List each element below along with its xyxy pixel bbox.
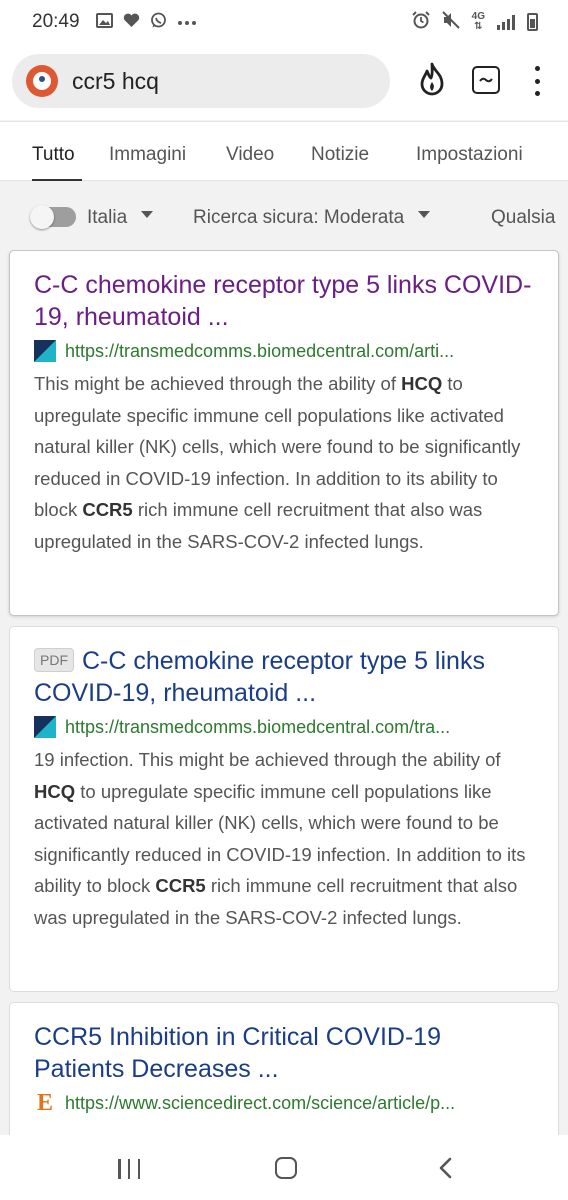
status-bar: 20:49 4G ⇅ — [0, 0, 568, 44]
search-input[interactable]: ccr5 hcq — [12, 54, 390, 108]
active-tab-indicator — [32, 179, 82, 181]
result-snippet: 19 infection. This might be achieved thr… — [34, 749, 526, 928]
safe-search-label: Ricerca sicura: Moderata — [193, 207, 405, 228]
safe-search-dropdown[interactable]: Ricerca sicura: Moderata — [193, 207, 431, 229]
gallery-icon — [95, 12, 113, 32]
system-navigation-bar — [0, 1135, 568, 1200]
overflow-menu-icon[interactable] — [530, 64, 544, 98]
tab-settings[interactable]: Impostazioni — [416, 144, 523, 166]
tab-images[interactable]: Immagini — [109, 144, 186, 166]
result-card[interactable]: PDF C-C chemokine receptor type 5 links C… — [9, 626, 559, 992]
result-url[interactable]: https://transmedcomms.biomedcentral.com/… — [65, 717, 535, 738]
battery-icon — [527, 13, 538, 31]
network-type-label: 4G ⇅ — [471, 11, 485, 32]
tab-all[interactable]: Tutto — [32, 144, 75, 166]
recent-apps-icon[interactable] — [118, 1159, 140, 1179]
search-type-tabs: Tutto Immagini Video Notizie Impostazion… — [0, 121, 568, 181]
result-title-link[interactable]: C-C chemokine receptor type 5 links COVI… — [34, 269, 534, 333]
region-dropdown[interactable]: Italia — [87, 207, 154, 229]
back-icon[interactable] — [438, 1157, 454, 1179]
signal-icon — [497, 14, 515, 30]
elsevier-icon: E — [36, 1090, 53, 1116]
browser-header: ccr5 hcq — [0, 44, 568, 120]
search-query-text[interactable]: ccr5 hcq — [72, 68, 159, 95]
tab-videos[interactable]: Video — [226, 144, 274, 166]
heart-icon — [123, 13, 140, 32]
filter-bar: Italia Ricerca sicura: Moderata Qualsia — [0, 182, 568, 250]
region-label: Italia — [87, 207, 128, 228]
pdf-badge: PDF — [34, 648, 74, 672]
result-card[interactable]: CCR5 Inhibition in Critical COVID-19 Pat… — [9, 1002, 559, 1135]
home-icon[interactable] — [275, 1157, 297, 1179]
alarm-icon — [411, 11, 430, 33]
clock: 20:49 — [32, 11, 80, 32]
bmc-icon — [34, 340, 56, 362]
time-filter-dropdown[interactable]: Qualsia — [491, 207, 555, 229]
chevron-down-icon — [418, 211, 431, 219]
tab-switcher-icon[interactable] — [472, 66, 500, 94]
whatsapp-icon — [150, 12, 167, 33]
results-list: C-C chemokine receptor type 5 links COVI… — [0, 250, 568, 1135]
more-notifications-icon — [177, 14, 197, 30]
tab-news[interactable]: Notizie — [311, 144, 369, 166]
result-title-link[interactable]: PDF C-C chemokine receptor type 5 links C… — [34, 645, 534, 709]
duckduckgo-logo-icon[interactable] — [26, 65, 58, 97]
mute-icon — [441, 11, 460, 33]
fire-button-icon[interactable] — [417, 62, 447, 98]
result-url[interactable]: https://transmedcomms.biomedcentral.com/… — [65, 341, 535, 362]
region-toggle[interactable] — [30, 205, 76, 229]
result-title-link[interactable]: CCR5 Inhibition in Critical COVID-19 Pat… — [34, 1021, 534, 1085]
result-snippet: This might be achieved through the abili… — [34, 373, 521, 552]
chevron-down-icon — [141, 211, 154, 219]
result-url[interactable]: https://www.sciencedirect.com/science/ar… — [65, 1093, 535, 1114]
bmc-icon — [34, 716, 56, 738]
result-card[interactable]: C-C chemokine receptor type 5 links COVI… — [9, 250, 559, 616]
